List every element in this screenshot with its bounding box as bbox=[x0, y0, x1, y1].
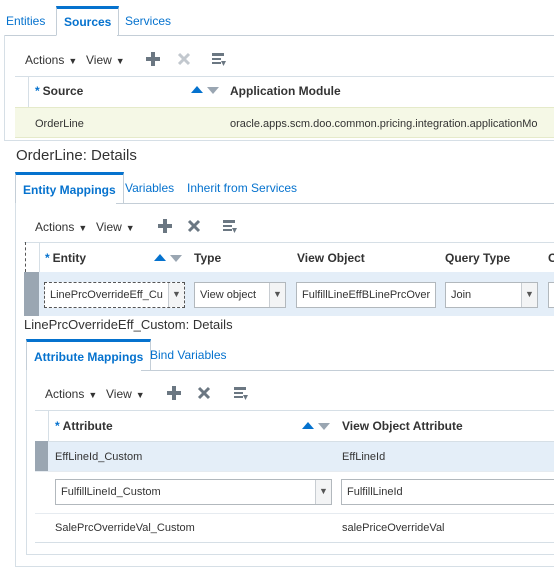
attribute-select[interactable]: FulfillLineId_Custom bbox=[55, 479, 332, 505]
column-header-view-object[interactable]: View Object bbox=[297, 251, 365, 265]
vo-attribute-field[interactable]: FulfillLineId bbox=[341, 479, 554, 505]
delete-icon[interactable] bbox=[177, 52, 191, 69]
tab-entities[interactable]: Entities bbox=[6, 14, 45, 28]
entity-details-title: LinePrcOverrideEff_Custom: Details bbox=[24, 317, 233, 332]
column-header-attribute[interactable]: * Attribute bbox=[55, 419, 113, 433]
row-selector[interactable] bbox=[24, 272, 39, 316]
sort-ascending-icon[interactable] bbox=[154, 254, 166, 261]
actions-menu[interactable]: Actions ▼ bbox=[45, 387, 97, 401]
column-header-entity[interactable]: * Entity bbox=[45, 251, 86, 265]
view-menu[interactable]: View ▼ bbox=[96, 220, 135, 234]
table-border bbox=[35, 410, 554, 411]
add-icon[interactable] bbox=[146, 52, 160, 69]
sort-descending-icon[interactable] bbox=[207, 87, 219, 94]
chevron-down-icon[interactable]: ▼ bbox=[315, 480, 331, 504]
tab-variables[interactable]: Variables bbox=[125, 181, 174, 195]
chevron-down-icon[interactable]: ▼ bbox=[168, 283, 184, 307]
detach-icon[interactable] bbox=[233, 386, 249, 405]
sort-ascending-icon[interactable] bbox=[302, 422, 314, 429]
view-menu[interactable]: View ▼ bbox=[106, 387, 145, 401]
detach-icon[interactable] bbox=[222, 219, 238, 238]
tab-inherit-from-services[interactable]: Inherit from Services bbox=[187, 181, 297, 195]
tab-entity-mappings[interactable]: Entity Mappings bbox=[15, 172, 124, 204]
column-header-type[interactable]: Type bbox=[194, 251, 221, 265]
actions-menu[interactable]: Actions ▼ bbox=[35, 220, 87, 234]
actions-menu[interactable]: Actions ▼ bbox=[25, 53, 77, 67]
entity-select[interactable]: LinePrcOverrideEff_Cu bbox=[44, 282, 185, 308]
column-header-application-module[interactable]: Application Module bbox=[230, 84, 341, 98]
column-header-query-type[interactable]: Query Type bbox=[445, 251, 510, 265]
tab-services[interactable]: Services bbox=[125, 14, 171, 28]
application-module-cell: oracle.apps.scm.doo.common.pricing.integ… bbox=[230, 118, 538, 130]
tab-sources[interactable]: Sources bbox=[56, 6, 120, 36]
table-border bbox=[15, 76, 554, 77]
table-border bbox=[24, 242, 554, 243]
delete-icon[interactable] bbox=[197, 386, 211, 403]
sort-ascending-icon[interactable] bbox=[191, 86, 203, 93]
tab-attribute-mappings[interactable]: Attribute Mappings bbox=[26, 339, 152, 371]
attribute-cell: EffLineId_Custom bbox=[55, 451, 143, 463]
chevron-down-icon[interactable]: ▼ bbox=[269, 283, 285, 307]
column-header-view-object-attribute[interactable]: View Object Attribute bbox=[342, 419, 463, 433]
row-selector[interactable] bbox=[35, 441, 48, 471]
details-title: OrderLine: Details bbox=[16, 147, 137, 164]
view-object-field[interactable]: FulfillLineEffBLinePrcOver bbox=[296, 282, 436, 308]
chevron-down-icon[interactable]: ▼ bbox=[521, 283, 537, 307]
column-header-c[interactable]: C bbox=[548, 251, 554, 265]
column-header-source[interactable]: * Source bbox=[35, 84, 83, 98]
source-cell: OrderLine bbox=[35, 118, 84, 130]
vo-attribute-cell: EffLineId bbox=[342, 451, 386, 463]
attribute-cell: SalePrcOverrideVal_Custom bbox=[55, 522, 195, 534]
add-icon[interactable] bbox=[167, 386, 181, 403]
table-border bbox=[25, 242, 26, 272]
tab-bind-variables[interactable]: Bind Variables bbox=[150, 348, 227, 362]
sort-descending-icon[interactable] bbox=[170, 255, 182, 262]
detach-icon[interactable] bbox=[211, 52, 227, 71]
next-column-field[interactable] bbox=[548, 282, 554, 308]
sort-descending-icon[interactable] bbox=[318, 423, 330, 430]
add-icon[interactable] bbox=[158, 219, 172, 236]
delete-icon[interactable] bbox=[187, 219, 201, 236]
vo-attribute-cell: salePriceOverrideVal bbox=[342, 522, 445, 534]
view-menu[interactable]: View ▼ bbox=[86, 53, 125, 67]
